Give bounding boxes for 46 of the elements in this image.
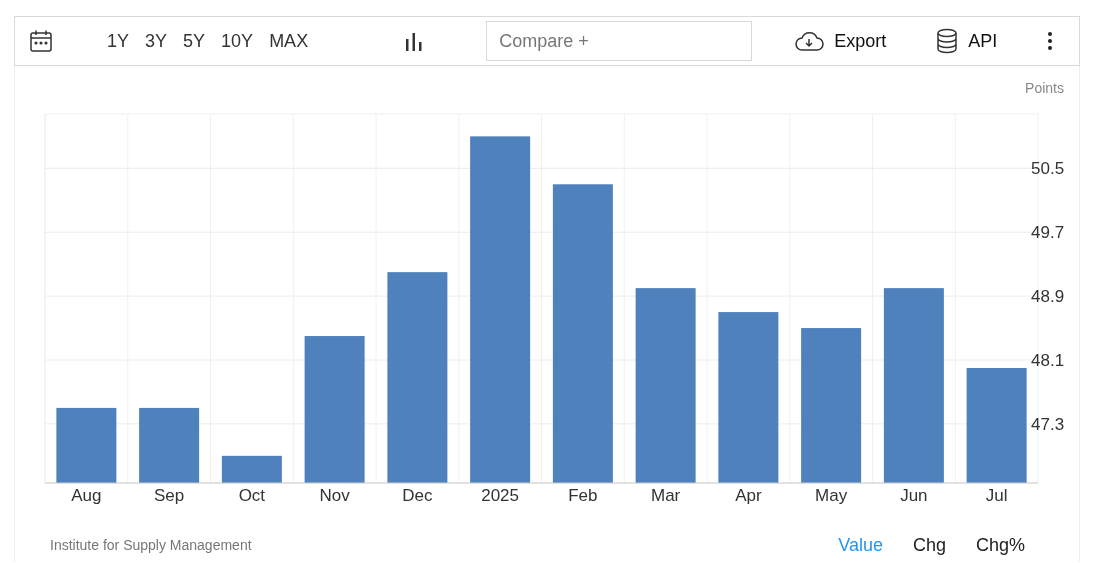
range-button[interactable]: 1Y — [99, 26, 138, 56]
x-axis-label: Jul — [985, 486, 1008, 505]
y-axis-label: 50.5 — [1031, 159, 1065, 179]
unit-label: Points — [1025, 80, 1064, 96]
bar[interactable] — [56, 407, 117, 483]
x-axis-label: Apr — [735, 486, 762, 505]
cloud-download-icon — [794, 30, 825, 52]
bar-chart-icon[interactable] — [404, 31, 425, 51]
api-button[interactable]: API — [930, 24, 1004, 58]
y-axis-label: 48.9 — [1031, 287, 1065, 307]
bar[interactable] — [635, 288, 696, 483]
x-axis-label: Jun — [900, 486, 928, 505]
bar[interactable] — [304, 336, 365, 483]
x-axis-label: May — [815, 486, 848, 505]
bar[interactable] — [718, 312, 779, 483]
x-axis-label: 2025 — [481, 486, 520, 505]
bar[interactable] — [387, 272, 448, 483]
export-button[interactable]: Export — [788, 26, 893, 56]
bar[interactable] — [966, 368, 1027, 483]
mode-tab[interactable]: Chg% — [969, 532, 1031, 558]
y-axis-label: 48.1 — [1031, 351, 1065, 370]
range-button[interactable]: MAX — [261, 26, 317, 56]
bar[interactable] — [801, 328, 862, 483]
mode-tab[interactable]: Chg — [906, 532, 952, 558]
x-axis-label: Oct — [238, 486, 266, 505]
range-button[interactable]: 5Y — [175, 26, 214, 56]
bar[interactable] — [470, 136, 531, 483]
x-axis-label: Mar — [651, 486, 681, 505]
bar[interactable] — [221, 455, 282, 483]
bar[interactable] — [139, 407, 200, 483]
x-axis-label: Sep — [154, 486, 185, 505]
bar[interactable] — [552, 184, 613, 483]
source-text: Institute for Supply Management — [50, 537, 253, 553]
bar[interactable] — [883, 288, 944, 483]
x-axis-label: Feb — [568, 486, 598, 505]
x-axis-label: Dec — [402, 486, 433, 505]
range-button[interactable]: 10Y — [213, 26, 262, 56]
x-axis-label: Aug — [71, 486, 102, 505]
calendar-icon[interactable] — [29, 29, 53, 53]
database-icon — [936, 28, 959, 54]
range-button[interactable]: 3Y — [137, 26, 176, 56]
x-axis-label: Nov — [319, 486, 350, 505]
compare-field[interactable]: Compare + — [486, 21, 753, 61]
y-axis-label: 47.3 — [1031, 414, 1065, 434]
more-icon[interactable] — [1047, 31, 1054, 51]
y-axis-label: 49.7 — [1031, 223, 1065, 243]
